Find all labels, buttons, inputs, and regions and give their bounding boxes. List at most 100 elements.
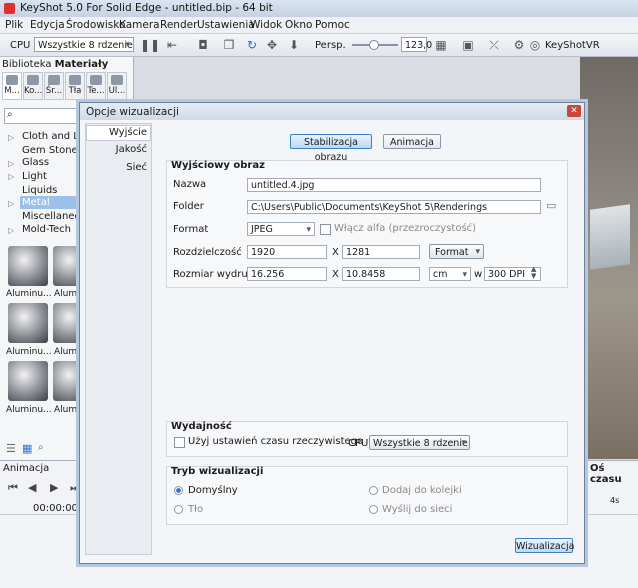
keyshotvr-button[interactable]: KeyShotVR xyxy=(545,40,600,51)
environments-icon xyxy=(48,75,60,85)
material-thumbnail[interactable] xyxy=(8,246,48,286)
tree-item-moldtech[interactable]: Mold-Tech xyxy=(22,224,71,235)
alpha-checkbox[interactable] xyxy=(320,224,331,235)
dialog-nav: Wyjście Jakość Sieć xyxy=(85,123,152,555)
tab-animation[interactable]: Animacja xyxy=(383,134,441,149)
print-height-input[interactable]: 10.8458 xyxy=(342,267,420,281)
import-icon[interactable]: ⇤ xyxy=(165,38,179,52)
pause-icon[interactable]: ❚❚ xyxy=(140,38,160,52)
tree-item-metal[interactable]: Metal xyxy=(22,197,50,208)
tab-stabilization[interactable]: Stabilizacja obrazu xyxy=(290,134,372,163)
tree-expand-icon[interactable]: ▷ xyxy=(8,172,14,181)
render-viewport[interactable] xyxy=(580,57,638,459)
unit-select[interactable]: cm xyxy=(429,267,471,281)
refresh-icon[interactable]: ↻ xyxy=(245,38,259,52)
play-icon[interactable]: ▶ xyxy=(50,481,58,494)
download-icon[interactable]: ⬇ xyxy=(287,38,301,52)
perf-cpu-select[interactable]: Wszystkie 8 rdzenie xyxy=(369,435,470,451)
library-tab-favorites[interactable]: Ul... xyxy=(107,72,127,100)
print-x: X xyxy=(332,269,339,280)
library-tab-backgrounds[interactable]: Tła xyxy=(65,72,85,100)
mode-background-radio[interactable] xyxy=(174,505,183,514)
menu-edit[interactable]: Edycja xyxy=(30,19,65,31)
resolution-x: X xyxy=(332,247,339,258)
grid-icon[interactable]: ▦ xyxy=(434,38,448,52)
tree-item-light[interactable]: Light xyxy=(22,171,47,182)
nav-network[interactable]: Sieć xyxy=(126,162,147,173)
nav-output[interactable]: Wyjście xyxy=(109,127,147,138)
dialog-title: Opcje wizualizacji xyxy=(86,106,179,118)
menu-camera[interactable]: Kamera xyxy=(119,19,160,31)
backgrounds-icon xyxy=(69,75,81,85)
screenshot-icon[interactable]: ◘ xyxy=(196,38,210,52)
step-back-icon[interactable]: ◀ xyxy=(28,481,36,494)
perspective-value-field[interactable]: 123,0 xyxy=(401,37,432,52)
mode-network-radio[interactable] xyxy=(369,505,378,514)
format-preset-button[interactable]: Format xyxy=(429,244,484,260)
fov-slider-handle[interactable] xyxy=(369,40,379,50)
list-view-icon[interactable]: ☰ xyxy=(6,442,16,455)
colors-icon xyxy=(27,75,39,85)
skip-start-icon[interactable]: ⏮ xyxy=(8,481,18,495)
tree-expand-icon[interactable]: ▷ xyxy=(8,133,14,142)
material-thumbnail[interactable] xyxy=(8,303,48,343)
main-toolbar: CPU Wszystkie 8 rdzenie ❚❚ ⇤ ◘ ❐ ↻ ✥ ⬇ P… xyxy=(0,34,638,57)
library-tab-colors[interactable]: Ko... xyxy=(23,72,43,100)
move-icon[interactable]: ✥ xyxy=(265,38,279,52)
tree-expand-icon[interactable]: ▷ xyxy=(8,159,14,168)
nav-quality[interactable]: Jakość xyxy=(116,144,147,155)
cpu-cores-select[interactable]: Wszystkie 8 rdzenie xyxy=(34,37,134,53)
dialog-title-bar: Opcje wizualizacji xyxy=(80,103,584,120)
tree-item-liquids[interactable]: Liquids xyxy=(22,185,57,196)
zoom-icon[interactable]: ⌕ xyxy=(38,442,44,453)
alpha-label: Włącz alfa (przezroczystość) xyxy=(334,223,477,234)
menu-view[interactable]: Widok xyxy=(250,19,282,31)
gear-icon[interactable]: ⚙ xyxy=(512,38,526,52)
mode-network-label: Wyślij do sieci xyxy=(382,504,453,515)
name-input[interactable]: untitled.4.jpg xyxy=(247,178,541,192)
menu-help[interactable]: Pomoc xyxy=(315,19,350,31)
menu-bar: Plik Edycja Środowisko Kamera Render Ust… xyxy=(0,17,638,34)
close-icon[interactable]: ✕ xyxy=(567,105,581,117)
materials-icon xyxy=(6,75,18,85)
tree-expand-icon[interactable]: ▷ xyxy=(8,199,14,208)
menu-file[interactable]: Plik xyxy=(5,19,23,31)
region-icon[interactable]: ▣ xyxy=(461,38,475,52)
no-lock-icon[interactable]: ⤫ xyxy=(487,38,501,52)
dpi-spinner-icon[interactable]: ▲ ▼ xyxy=(531,266,536,280)
format-select[interactable]: JPEG xyxy=(247,222,315,236)
tree-item-glass[interactable]: Glass xyxy=(22,157,49,168)
mode-default-radio[interactable] xyxy=(174,486,183,495)
animation-title: Animacja xyxy=(3,463,50,474)
mode-default-label: Domyślny xyxy=(188,485,238,496)
material-thumbnail[interactable] xyxy=(8,361,48,401)
mode-queue-radio[interactable] xyxy=(369,486,378,495)
render-button[interactable]: Wizualizacja xyxy=(515,538,574,553)
folder-icon[interactable]: ▭ xyxy=(546,199,556,212)
performance-group: Wydajność Użyj ustawień czasu rzeczywist… xyxy=(166,421,568,457)
menu-environment[interactable]: Środowisko xyxy=(66,19,125,31)
library-tab-materials[interactable]: M... xyxy=(2,72,22,100)
library-tab-textures[interactable]: Te... xyxy=(86,72,106,100)
output-heading: Wyjściowy obraz xyxy=(171,160,265,171)
resolution-label: Rozdzielczość xyxy=(173,247,242,258)
menu-window[interactable]: Okno xyxy=(285,19,312,31)
realtime-label: Użyj ustawień czasu rzeczywistego xyxy=(188,436,364,447)
copy-icon[interactable]: ❐ xyxy=(222,38,236,52)
tree-expand-icon[interactable]: ▷ xyxy=(8,226,14,235)
resolution-width-input[interactable]: 1920 xyxy=(247,245,327,259)
library-tab-environments[interactable]: Śr... xyxy=(44,72,64,100)
tree-item-gems[interactable]: Gem Stones xyxy=(22,145,83,156)
folder-input[interactable]: C:\Users\Public\Documents\KeyShot 5\Rend… xyxy=(247,200,541,214)
keyshotvr-icon[interactable]: ◎ xyxy=(528,38,542,52)
print-width-input[interactable]: 16.256 xyxy=(247,267,327,281)
keyshot-logo-icon xyxy=(4,3,15,14)
grid-view-icon[interactable]: ▦ xyxy=(22,442,32,455)
menu-settings[interactable]: Ustawienia xyxy=(197,19,255,31)
resolution-height-input[interactable]: 1281 xyxy=(342,245,420,259)
thumb-label: Aluminu... xyxy=(6,289,52,299)
window-title-bar: KeyShot 5.0 For Solid Edge - untitled.bi… xyxy=(0,0,638,17)
realtime-checkbox[interactable] xyxy=(174,437,185,448)
performance-heading: Wydajność xyxy=(171,421,232,432)
menu-render[interactable]: Render xyxy=(160,19,197,31)
